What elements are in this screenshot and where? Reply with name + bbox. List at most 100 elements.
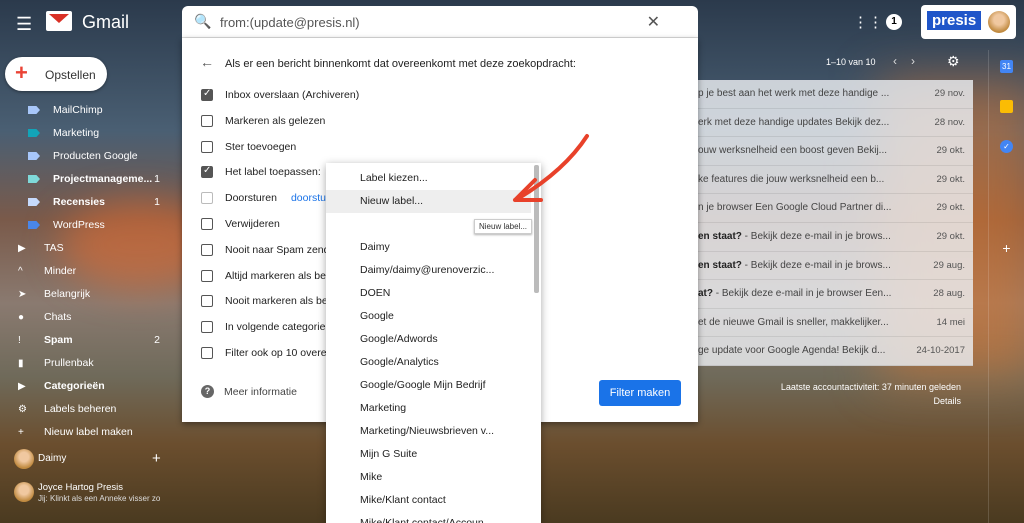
dropdown-item[interactable]: Daimy/daimy@urenoverzic... <box>326 259 531 282</box>
dropdown-item[interactable]: Mijn G Suite <box>326 443 531 466</box>
sidebar-item-label: Projectmanageme... <box>53 173 153 185</box>
checkbox[interactable] <box>201 88 213 101</box>
notifications-badge[interactable]: 1 <box>886 14 902 30</box>
checkbox[interactable] <box>201 218 213 230</box>
sidebar-item[interactable]: WordPress <box>0 215 170 235</box>
checkbox[interactable] <box>201 165 213 179</box>
dropdown-item[interactable]: Mike/Klant contact <box>326 489 531 512</box>
label-icon: ▶ <box>18 380 26 392</box>
checkbox[interactable] <box>201 140 213 153</box>
sidebar-item[interactable]: MailChimp <box>0 100 170 120</box>
dropdown-item[interactable]: Google/Analytics <box>326 351 531 374</box>
mail-row[interactable]: n je browser Een Google Cloud Partner di… <box>698 194 973 223</box>
sidebar-item[interactable]: ^ Minder <box>0 261 170 281</box>
help-link[interactable]: ? Meer informatie <box>201 385 297 398</box>
mail-row[interactable]: ge update voor Google Agenda! Bekijk d..… <box>698 337 973 366</box>
dropdown-item[interactable]: Marketing <box>326 397 531 420</box>
filter-option[interactable]: Ster toevoegen <box>201 139 296 155</box>
checkbox[interactable] <box>201 295 213 308</box>
keep-icon[interactable] <box>1000 100 1013 113</box>
filter-option[interactable]: Inbox overslaan (Archiveren) <box>201 87 359 103</box>
sidebar-item[interactable]: ▮ Prullenbak <box>0 353 170 373</box>
dropdown-item[interactable]: Mike/Klant contact/Accoun... <box>326 512 531 523</box>
filter-option[interactable]: Markeren als gelezen <box>201 113 325 129</box>
sidebar-item[interactable]: Projectmanageme... 1 <box>0 169 170 189</box>
mail-snippet: p je best aan het werk met deze handige … <box>698 80 898 108</box>
spam-icon: ! <box>18 334 21 346</box>
annotation-arrow <box>513 134 589 202</box>
settings-gear-icon[interactable]: ⚙ <box>947 53 960 70</box>
mail-row[interactable]: en staat? - Bekijk deze e-mail in je bro… <box>698 252 973 281</box>
sidebar-item[interactable]: ⚙ Labels beheren <box>0 399 170 419</box>
sidebar-item[interactable]: Recensies 1 <box>0 192 170 212</box>
label-icon <box>28 106 40 114</box>
mail-row[interactable]: en staat? - Bekijk deze e-mail in je bro… <box>698 223 973 252</box>
back-arrow-icon[interactable]: ← <box>200 54 214 70</box>
sidebar-item[interactable]: Producten Google <box>0 146 170 166</box>
sidebar-item[interactable]: ➤ Belangrijk <box>0 284 170 304</box>
checkbox[interactable] <box>201 347 213 359</box>
create-filter-button[interactable]: Filter maken <box>599 380 681 406</box>
mail-date: 29 aug. <box>933 259 965 271</box>
mail-snippet: en staat? - Bekijk deze e-mail in je bro… <box>698 252 898 280</box>
dropdown-item[interactable]: Nieuw label... <box>326 190 531 213</box>
sidebar-item[interactable]: ! Spam 2 <box>0 330 170 350</box>
compose-label: Opstellen <box>45 68 96 82</box>
contact-snippet: Jij: Klinkt als een Anneke visser zo <box>38 494 161 503</box>
dropdown-item[interactable]: Marketing/Nieuwsbrieven v... <box>326 420 531 443</box>
dropdown-item[interactable]: Label kiezen... <box>326 167 531 190</box>
sidebar-item[interactable]: ▶ TAS <box>0 238 170 258</box>
account-button[interactable]: presis <box>921 5 1016 39</box>
mail-date: 24-10-2017 <box>916 345 965 357</box>
filter-option[interactable]: Doorsturen doorstu <box>201 190 326 206</box>
forward-address-link[interactable]: doorstu <box>291 192 326 204</box>
sidebar-item[interactable]: ▶ Categorieën <box>0 376 170 396</box>
checkbox[interactable] <box>201 243 213 256</box>
close-icon[interactable]: ✕ <box>647 12 660 32</box>
mail-row[interactable]: p je best aan het werk met deze handige … <box>698 80 973 109</box>
dropdown-item[interactable]: Mike <box>326 466 531 489</box>
filter-option[interactable]: Filter ook op 10 overe <box>201 345 327 361</box>
checkbox[interactable] <box>201 269 213 282</box>
search-input[interactable]: from:(update@presis.nl) <box>220 15 360 30</box>
filter-option[interactable]: Nooit naar Spam zend <box>201 242 329 258</box>
unread-count: 1 <box>154 173 160 185</box>
mail-date: 28 nov. <box>934 116 965 128</box>
filter-option[interactable]: Nooit markeren als be <box>201 293 328 309</box>
gmail-logo[interactable] <box>46 11 72 31</box>
dropdown-item[interactable]: Daimy <box>326 236 531 259</box>
dropdown-item[interactable]: DOEN <box>326 282 531 305</box>
dropdown-item[interactable]: Google <box>326 305 531 328</box>
filter-option[interactable]: Verwijderen <box>201 216 280 232</box>
compose-button[interactable]: + Opstellen <box>5 57 107 91</box>
main-menu-icon[interactable]: ☰ <box>16 14 32 35</box>
new-chat-plus-icon[interactable]: + <box>152 450 161 467</box>
sidebar-item[interactable]: ● Chats <box>0 307 170 327</box>
search-icon[interactable]: 🔍 <box>194 13 211 30</box>
mail-row[interactable]: erk met deze handige updates Bekijk dez.… <box>698 109 973 138</box>
calendar-icon[interactable]: 31 <box>1000 60 1013 73</box>
sidebar-item-label: Belangrijk <box>44 288 91 300</box>
checkbox[interactable] <box>201 114 213 127</box>
sidebar-item-label: TAS <box>44 242 64 254</box>
checkbox[interactable] <box>201 192 213 205</box>
mail-row[interactable]: et de nieuwe Gmail is sneller, makkelijk… <box>698 309 973 338</box>
mail-row[interactable]: at? - Bekijk deze e-mail in je browser E… <box>698 280 973 309</box>
dialog-title: Als er een bericht binnenkomt dat overee… <box>225 58 576 70</box>
filter-option[interactable]: Het label toepassen: <box>201 164 321 180</box>
sidebar-item[interactable]: + Nieuw label maken <box>0 422 170 442</box>
mail-date: 29 okt. <box>936 173 965 185</box>
details-link[interactable]: Details <box>775 394 961 408</box>
add-addon-icon[interactable]: + <box>1000 241 1013 255</box>
dropdown-item[interactable]: Google/Adwords <box>326 328 531 351</box>
mail-row[interactable]: ouw werksnelheid een boost geven Bekij..… <box>698 137 973 166</box>
search-bar[interactable]: 🔍 from:(update@presis.nl) ✕ <box>182 6 698 38</box>
mail-row[interactable]: ke features die jouw werksnelheid een b.… <box>698 166 973 195</box>
tasks-icon[interactable]: ✓ <box>1000 140 1013 153</box>
filter-option[interactable]: Altijd markeren als be <box>201 268 326 284</box>
pager-arrows[interactable]: ‹› <box>893 54 929 68</box>
dropdown-item[interactable]: Google/Google Mijn Bedrijf <box>326 374 531 397</box>
filter-option[interactable]: In volgende categorie <box>201 319 325 335</box>
checkbox[interactable] <box>201 321 213 334</box>
sidebar-item[interactable]: Marketing <box>0 123 170 143</box>
